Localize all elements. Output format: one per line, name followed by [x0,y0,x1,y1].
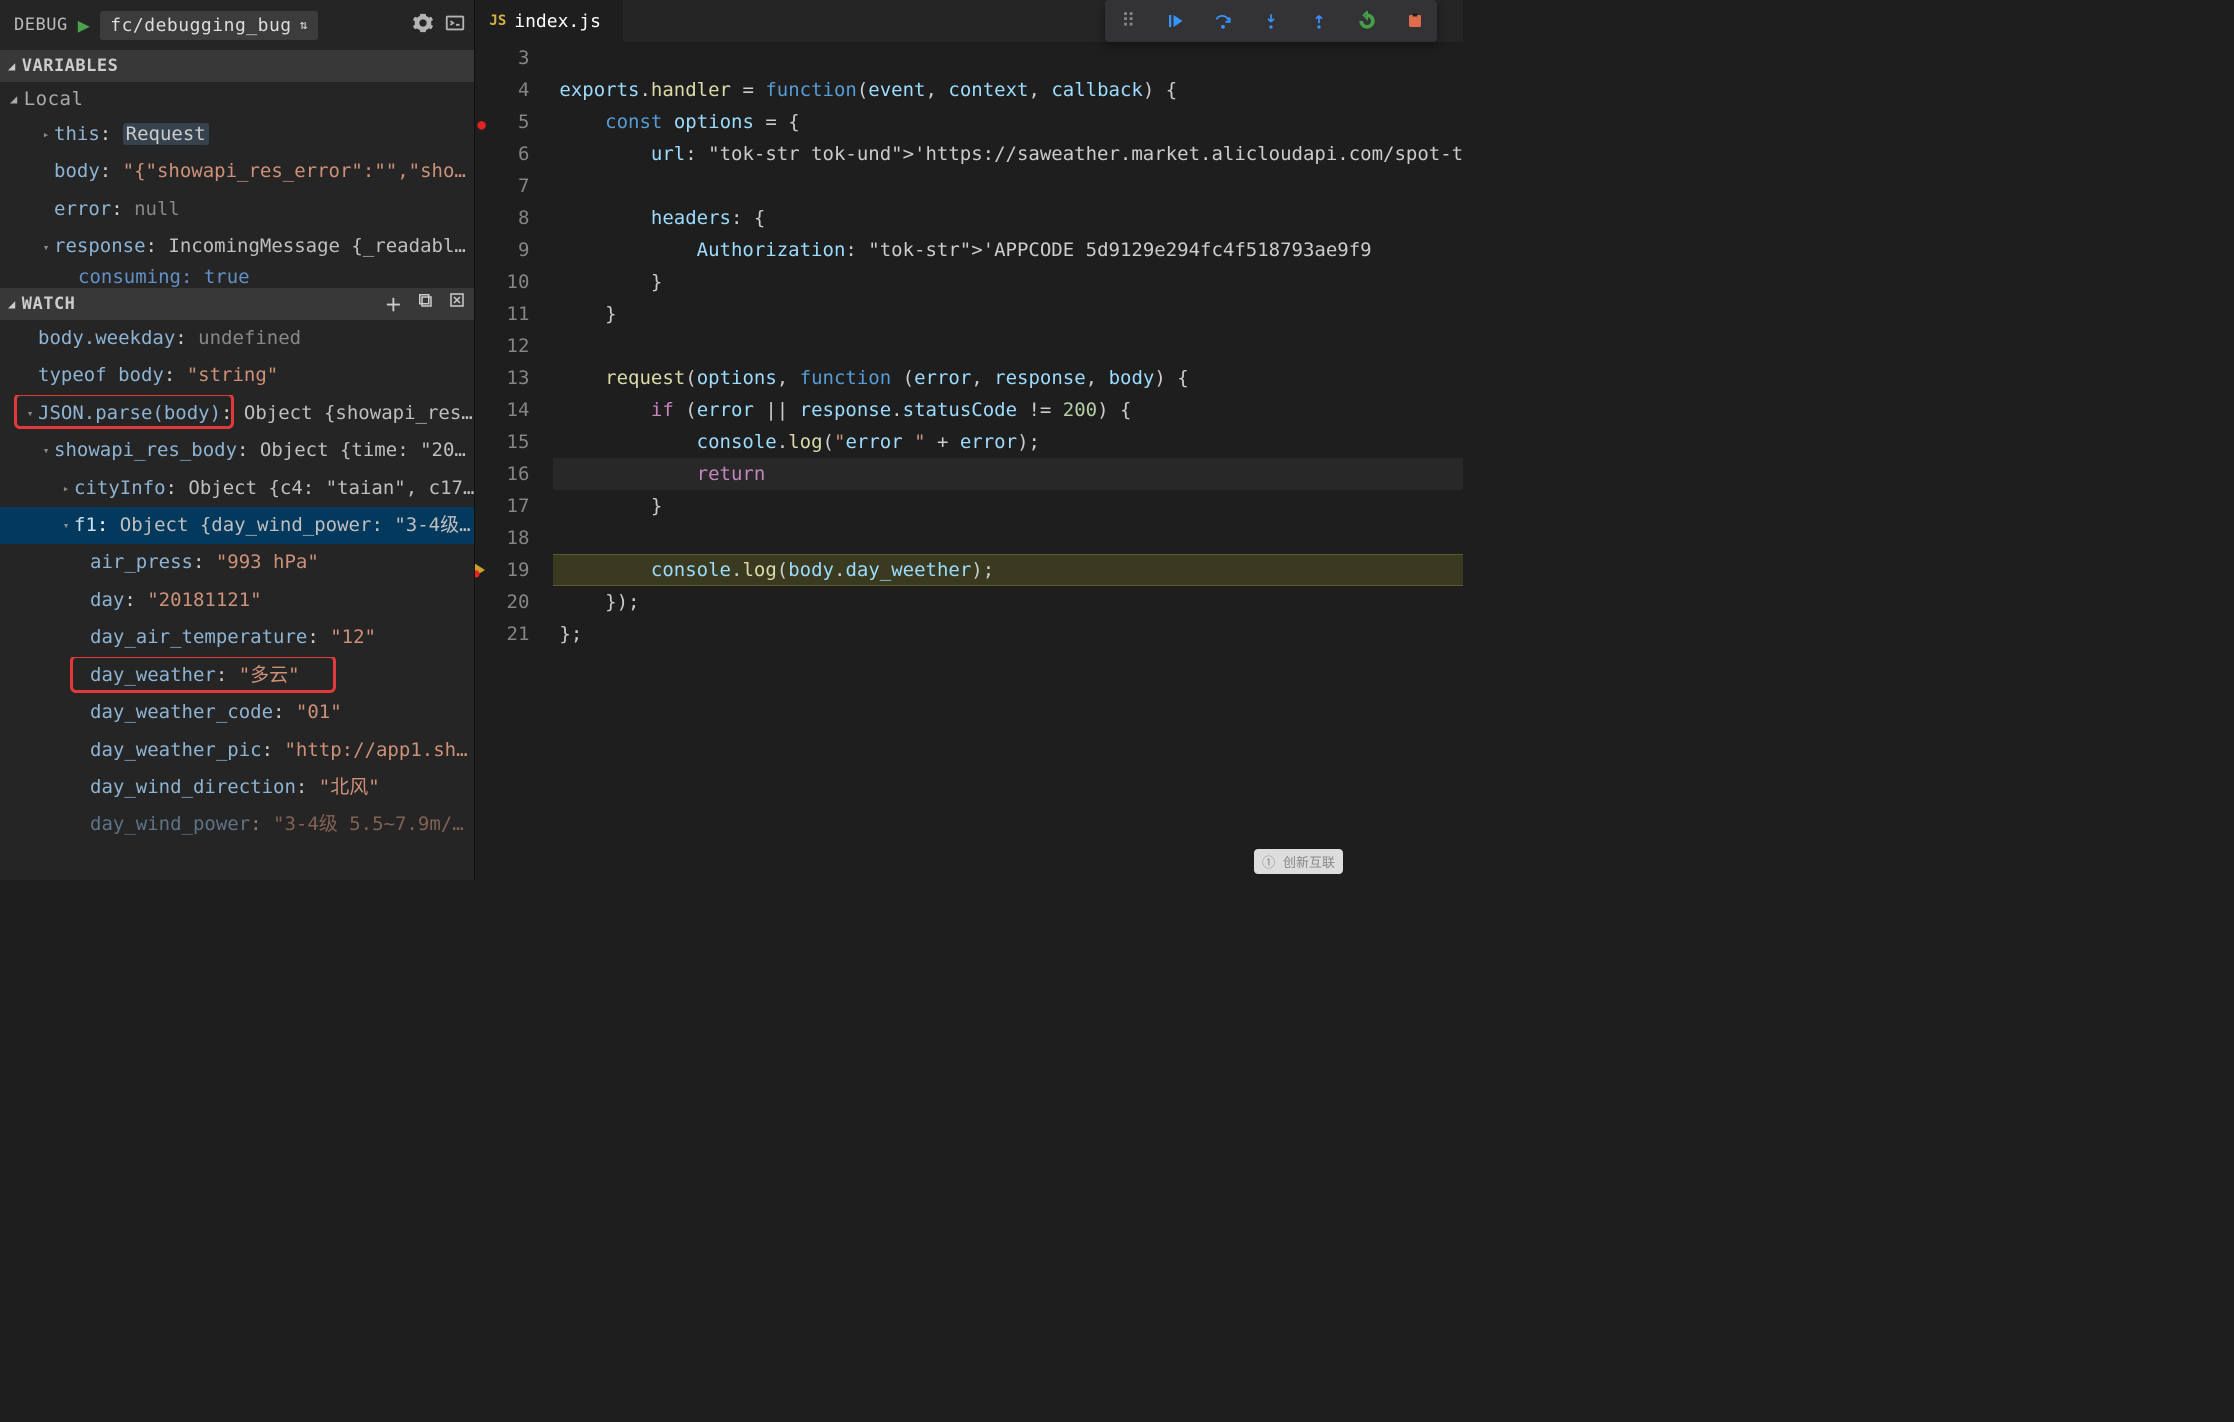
variable-row[interactable]: ▸ this: Request [0,116,474,153]
chevron-icon: ▾ [22,405,38,422]
local-scope-header[interactable]: ◢ Local [0,82,474,116]
variables-section-header[interactable]: ◢ VARIABLES [0,50,474,82]
watch-row[interactable]: ▾JSON.parse(body): Object {showapi_res… [0,395,474,432]
stop-icon[interactable] [1405,11,1425,31]
watch-row[interactable]: air_press: "993 hPa" [0,544,474,581]
watch-row[interactable]: day: "20181121" [0,582,474,619]
watch-row[interactable]: ▾f1: Object {day_wind_power: "3-4级… [0,507,474,544]
watch-section-header[interactable]: ◢ WATCH ＋ [0,288,474,320]
code-editor[interactable]: 345●678910111213141516171819●2021 export… [475,42,1463,880]
continue-icon[interactable] [1165,11,1185,31]
restart-icon[interactable] [1357,11,1377,31]
gear-icon[interactable] [412,12,434,39]
debug-float-toolbar[interactable]: ⠿ [1105,0,1437,42]
step-into-icon[interactable] [1261,11,1281,31]
step-out-icon[interactable] [1309,11,1329,31]
chevron-down-icon: ▾ [38,239,54,256]
debug-label: DEBUG [14,15,68,35]
debug-toolbar-top: DEBUG ▶ fc/debugging_bug ⇅ [0,0,474,50]
variables-body: ▸ this: Request body: "{"showapi_res_err… [0,116,474,288]
js-file-icon: JS [489,13,506,29]
watch-row[interactable]: ▸cityInfo: Object {c4: "taian", c17… [0,470,474,507]
local-label: Local [24,88,84,110]
debug-sidebar: DEBUG ▶ fc/debugging_bug ⇅ ◢ VARIABLES ◢… [0,0,475,880]
step-over-icon[interactable] [1213,11,1233,31]
chevron-icon: ▾ [38,442,54,459]
chevron-down-icon: ◢ [8,59,16,73]
debug-console-icon[interactable] [444,12,466,39]
start-debug-icon[interactable]: ▶ [78,13,91,37]
debug-config-name: fc/debugging_bug [110,15,291,36]
watch-row[interactable]: day_weather_pic: "http://app1.sh… [0,732,474,769]
add-watch-icon[interactable]: ＋ [385,291,403,316]
chevron-icon: ▾ [58,517,74,534]
watch-row[interactable]: day_air_temperature: "12" [0,619,474,656]
watch-row[interactable]: day_weather_code: "01" [0,694,474,731]
watch-body: body.weekday: undefinedtypeof body: "str… [0,320,474,880]
collapse-all-icon[interactable] [416,291,434,316]
variable-row[interactable]: body: "{"showapi_res_error":"","sho… [0,153,474,190]
chevron-updown-icon: ⇅ [300,18,308,33]
line-gutter[interactable]: 345●678910111213141516171819●2021 [475,42,553,880]
code-body[interactable]: exports.handler = function(event, contex… [553,42,1463,880]
watch-row[interactable]: day_wind_direction: "北风" [0,769,474,806]
tab-filename: index.js [514,11,601,32]
debug-config-select[interactable]: fc/debugging_bug ⇅ [100,11,318,40]
watch-row[interactable]: body.weekday: undefined [0,320,474,357]
variable-row[interactable]: error: null [0,191,474,228]
editor-area: JS index.js ⠿ 345●6789101112131415161718… [475,0,1463,880]
watch-row[interactable]: ▾showapi_res_body: Object {time: "20… [0,432,474,469]
tab-indexjs[interactable]: JS index.js [475,0,624,42]
watch-title: WATCH [22,294,76,314]
watermark-badge: ① 创新互联 [1254,849,1343,874]
watch-row[interactable]: typeof body: "string" [0,357,474,394]
watch-row[interactable]: day_weather: "多云" [0,657,474,694]
drag-handle-icon[interactable]: ⠿ [1117,11,1137,31]
remove-all-icon[interactable] [448,291,466,316]
chevron-icon: ▸ [58,480,74,497]
watch-row[interactable]: day_wind_power: "3-4级 5.5~7.9m/… [0,806,474,843]
variables-title: VARIABLES [22,56,119,76]
chevron-down-icon: ◢ [10,92,18,106]
variable-row-cut: consuming: true [0,266,474,288]
chevron-down-icon: ◢ [8,297,16,311]
chevron-right-icon: ▸ [38,126,54,143]
variable-row[interactable]: ▾ response: IncomingMessage {_readabl… [0,228,474,265]
